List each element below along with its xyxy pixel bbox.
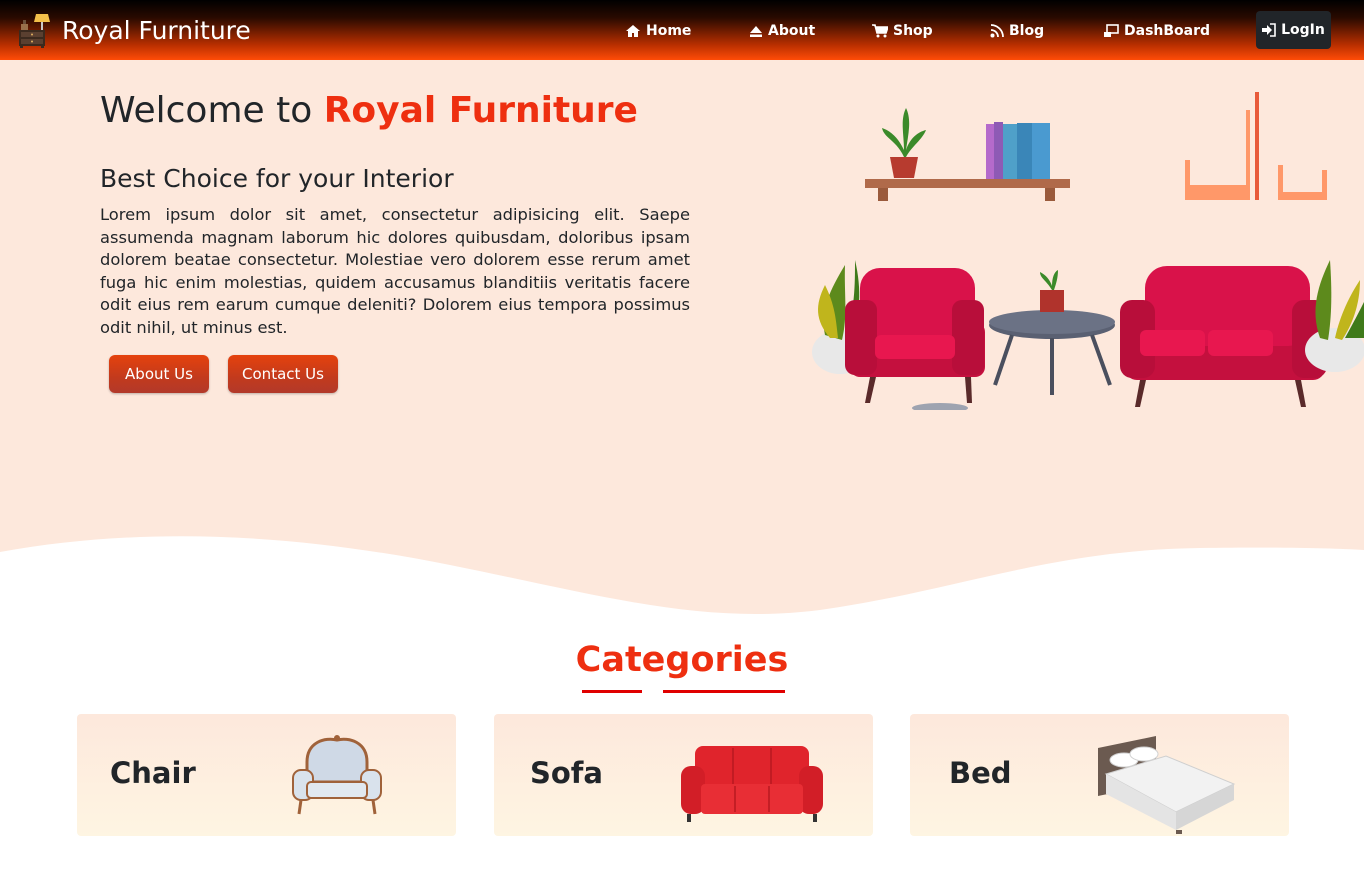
nav-blog[interactable]: Blog [990,20,1044,42]
contact-us-button[interactable]: Contact Us [228,355,338,393]
hero-subtitle: Best Choice for your Interior [100,164,454,193]
login-button[interactable]: LogIn [1256,11,1331,49]
cart-icon [872,24,888,38]
hero-description: Lorem ipsum dolor sit amet, consectetur … [100,205,690,337]
home-icon [626,25,640,37]
sofa-image [681,746,823,822]
category-label: Bed [949,756,1012,790]
nav-home[interactable]: Home [625,20,691,42]
categories-underline-left [582,690,642,693]
about-us-button[interactable]: About Us [109,355,209,393]
nav-home-label: Home [646,23,692,39]
rss-icon [990,24,1004,38]
hero-wave-divider [0,536,1364,640]
category-card-bed[interactable]: Bed [910,714,1289,836]
sign-in-icon [1262,23,1276,37]
navbar: Royal Furniture Home About Shop Blog Das… [0,0,1364,60]
nav-dashboard[interactable]: DashBoard [1103,20,1210,42]
login-label: LogIn [1281,22,1325,38]
nav-shop[interactable]: Shop [872,20,933,42]
eject-icon [750,26,762,37]
nav-about-label: About [768,23,816,39]
category-label: Sofa [530,756,603,790]
main-nav: Home About Shop Blog DashBoard [0,0,1364,60]
chair-image [292,735,382,815]
dashboard-icon [1104,24,1119,37]
nav-blog-label: Blog [1009,23,1045,39]
hero-title-prefix: Welcome to [100,90,324,131]
categories-title: Categories [575,640,789,680]
categories-underline-right [663,690,785,693]
nav-dashboard-label: DashBoard [1124,23,1211,39]
category-label: Chair [110,756,196,790]
category-card-chair[interactable]: Chair [77,714,456,836]
hero-section: Welcome to Royal Furniture Best Choice f… [0,60,1364,640]
living-room-illustration [812,92,1364,410]
hero-title-accent: Royal Furniture [323,90,638,131]
bed-image [1098,736,1236,834]
category-card-sofa[interactable]: Sofa [494,714,873,836]
nav-shop-label: Shop [893,23,933,39]
nav-about[interactable]: About [749,20,815,42]
hero-title: Welcome to Royal Furniture [100,90,638,131]
